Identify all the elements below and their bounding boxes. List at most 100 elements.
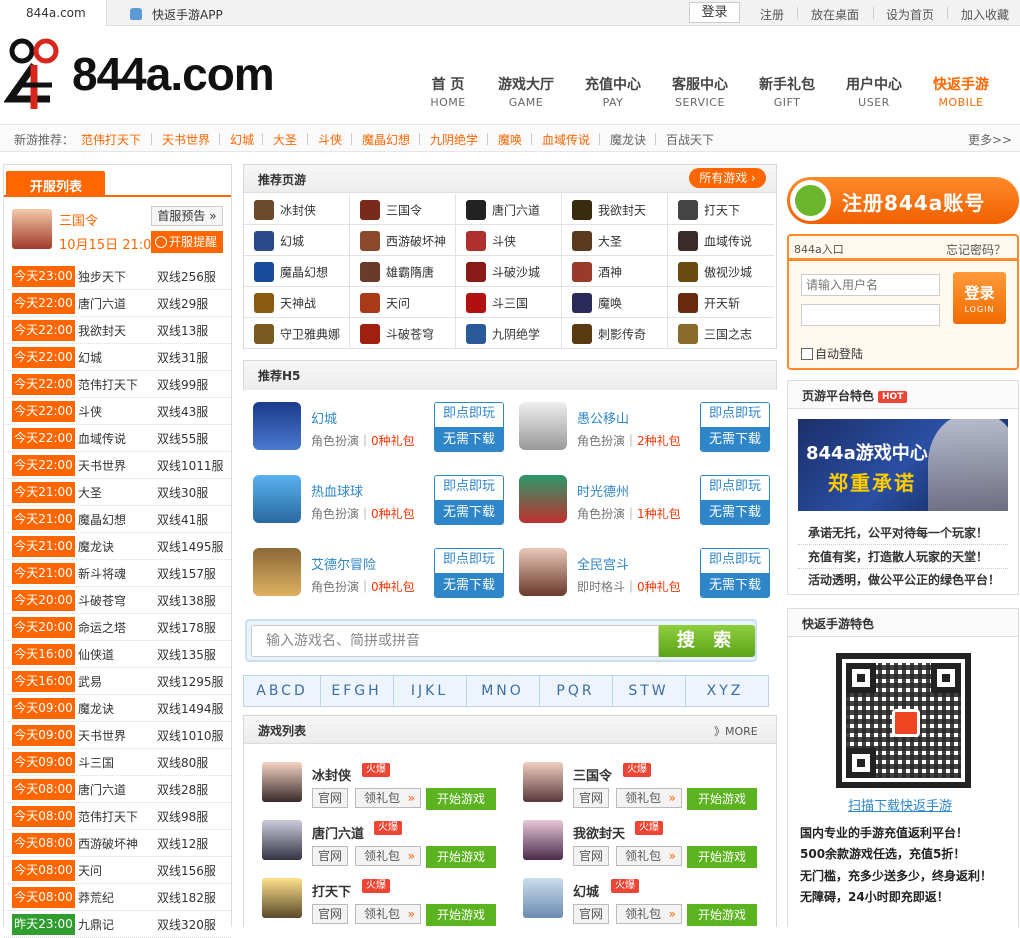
- game-search-input[interactable]: 输入游戏名、简拼或拼音: [251, 625, 659, 657]
- server-game-name[interactable]: 独步天下: [78, 268, 126, 285]
- game-avatar[interactable]: [262, 878, 302, 918]
- game-list-name[interactable]: 幻城: [573, 881, 599, 900]
- get-gift-button[interactable]: 领礼包 »: [616, 904, 682, 924]
- nav-game[interactable]: 游戏大厅 GAME: [491, 74, 561, 109]
- server-game-name[interactable]: 唐门六道: [78, 295, 126, 312]
- server-row[interactable]: 今天08:00 范伟打天下 双线98服: [4, 803, 231, 830]
- recommended-game[interactable]: 傲视沙城: [668, 256, 774, 287]
- server-number[interactable]: 双线157服: [157, 565, 216, 582]
- recommended-game[interactable]: 斗侠: [456, 225, 562, 256]
- server-game-name[interactable]: 斗侠: [78, 403, 102, 420]
- server-number[interactable]: 双线13服: [157, 322, 208, 339]
- server-game-name[interactable]: 血域传说: [78, 430, 126, 447]
- server-game-name[interactable]: 范伟打天下: [78, 808, 138, 825]
- add-to-desktop-link[interactable]: 放在桌面: [811, 6, 859, 23]
- recommended-game[interactable]: 雄霸隋唐: [350, 256, 456, 287]
- recommended-game[interactable]: 魔晶幻想: [244, 256, 350, 287]
- username-input[interactable]: 请输入用户名: [801, 274, 940, 296]
- recommended-game[interactable]: 幻城: [244, 225, 350, 256]
- new-game-link[interactable]: 大圣: [273, 131, 297, 148]
- official-site-button[interactable]: 官网: [312, 788, 348, 808]
- server-row[interactable]: 今天09:00 天书世界 双线1010服: [4, 722, 231, 749]
- featured-game-avatar[interactable]: [12, 209, 52, 249]
- server-number[interactable]: 双线1495服: [157, 538, 224, 555]
- server-game-name[interactable]: 武易: [78, 673, 102, 690]
- server-row[interactable]: 今天16:00 仙侠道 双线135服: [4, 641, 231, 668]
- get-gift-button[interactable]: 领礼包 »: [616, 846, 682, 866]
- alphabet-filter-abcd[interactable]: ABCD: [244, 676, 320, 706]
- server-number[interactable]: 双线156服: [157, 862, 216, 879]
- server-row[interactable]: 今天22:00 范伟打天下 双线99服: [4, 371, 231, 398]
- recommended-game[interactable]: 三国令: [350, 194, 456, 225]
- server-row[interactable]: 今天08:00 天问 双线156服: [4, 857, 231, 884]
- server-row[interactable]: 今天21:00 新斗将魂 双线157服: [4, 560, 231, 587]
- recommended-game[interactable]: 唐门六道: [456, 194, 562, 225]
- login-submit-button[interactable]: 登录 LOGIN: [953, 272, 1006, 324]
- server-game-name[interactable]: 斗破苍穹: [78, 592, 126, 609]
- official-site-button[interactable]: 官网: [312, 904, 348, 924]
- site-logo[interactable]: 844a.com: [4, 37, 284, 112]
- server-game-name[interactable]: 幻城: [78, 349, 102, 366]
- nav-pay[interactable]: 充值中心 PAY: [578, 74, 648, 109]
- h5-game-icon[interactable]: [253, 548, 301, 596]
- h5-play-button[interactable]: 即点即玩 无需下载: [434, 548, 504, 598]
- recommended-game[interactable]: 大圣: [562, 225, 668, 256]
- server-number[interactable]: 双线320服: [157, 916, 216, 933]
- game-avatar[interactable]: [262, 762, 302, 802]
- forgot-password-link[interactable]: 忘记密码？: [946, 241, 1006, 258]
- site-tab[interactable]: 844a.com: [0, 0, 107, 26]
- alphabet-filter-xyz[interactable]: XYZ: [685, 676, 765, 706]
- login-button[interactable]: 登录: [689, 2, 740, 23]
- server-number[interactable]: 双线29服: [157, 295, 208, 312]
- alphabet-filter-ijkl[interactable]: IJKL: [393, 676, 466, 706]
- more-games-link[interactable]: 更多>>: [968, 131, 1012, 148]
- game-avatar[interactable]: [523, 762, 563, 802]
- server-row[interactable]: 今天09:00 斗三国 双线80服: [4, 749, 231, 776]
- start-game-button[interactable]: 开始游戏: [426, 904, 496, 926]
- h5-play-button[interactable]: 即点即玩 无需下载: [700, 548, 770, 598]
- server-game-name[interactable]: 新斗将魂: [78, 565, 126, 582]
- new-game-link[interactable]: 魔唤: [498, 131, 522, 148]
- official-site-button[interactable]: 官网: [573, 788, 609, 808]
- new-game-link[interactable]: 幻城: [230, 131, 254, 148]
- h5-game-name[interactable]: 艾德尔冒险: [311, 554, 376, 573]
- server-number[interactable]: 双线135服: [157, 646, 216, 663]
- server-number[interactable]: 双线98服: [157, 808, 208, 825]
- set-homepage-link[interactable]: 设为首页: [886, 6, 934, 23]
- server-row[interactable]: 昨天23:00 九鼎记 双线320服: [4, 911, 231, 938]
- server-number[interactable]: 双线1494服: [157, 700, 224, 717]
- official-site-button[interactable]: 官网: [573, 846, 609, 866]
- new-game-link[interactable]: 九阴绝学: [430, 131, 478, 148]
- start-game-button[interactable]: 开始游戏: [426, 846, 496, 868]
- server-game-name[interactable]: 九鼎记: [78, 916, 114, 933]
- server-number[interactable]: 双线1010服: [157, 727, 224, 744]
- server-game-name[interactable]: 斗三国: [78, 754, 114, 771]
- register-link[interactable]: 注册: [760, 6, 784, 23]
- get-gift-button[interactable]: 领礼包 »: [355, 904, 421, 924]
- server-game-name[interactable]: 天书世界: [78, 457, 126, 474]
- server-number[interactable]: 双线31服: [157, 349, 208, 366]
- server-game-name[interactable]: 大圣: [78, 484, 102, 501]
- h5-game-name[interactable]: 幻城: [311, 408, 337, 427]
- server-number[interactable]: 双线12服: [157, 835, 208, 852]
- server-number[interactable]: 双线178服: [157, 619, 216, 636]
- new-game-link[interactable]: 魔龙诀: [610, 131, 646, 148]
- server-game-name[interactable]: 天书世界: [78, 727, 126, 744]
- new-game-link[interactable]: 血域传说: [542, 131, 590, 148]
- recommended-game[interactable]: 斗三国: [456, 287, 562, 318]
- server-row[interactable]: 今天16:00 武易 双线1295服: [4, 668, 231, 695]
- open-reminder-button[interactable]: 开服提醒: [151, 231, 223, 253]
- nav-home[interactable]: 首 页 HOME: [413, 74, 483, 109]
- featured-game-name[interactable]: 三国令: [59, 210, 98, 229]
- server-game-name[interactable]: 命运之塔: [78, 619, 126, 636]
- server-number[interactable]: 双线43服: [157, 403, 208, 420]
- recommended-game[interactable]: 开天斩: [668, 287, 774, 318]
- recommended-game[interactable]: 刺影传奇: [562, 318, 668, 349]
- new-game-link[interactable]: 百战天下: [666, 131, 714, 148]
- game-avatar[interactable]: [262, 820, 302, 860]
- h5-game-icon[interactable]: [253, 475, 301, 523]
- recommended-game[interactable]: 西游破坏神: [350, 225, 456, 256]
- recommended-game[interactable]: 我欲封天: [562, 194, 668, 225]
- first-server-preview-button[interactable]: 首服预告 »: [151, 206, 223, 226]
- h5-game-name[interactable]: 热血球球: [311, 481, 363, 500]
